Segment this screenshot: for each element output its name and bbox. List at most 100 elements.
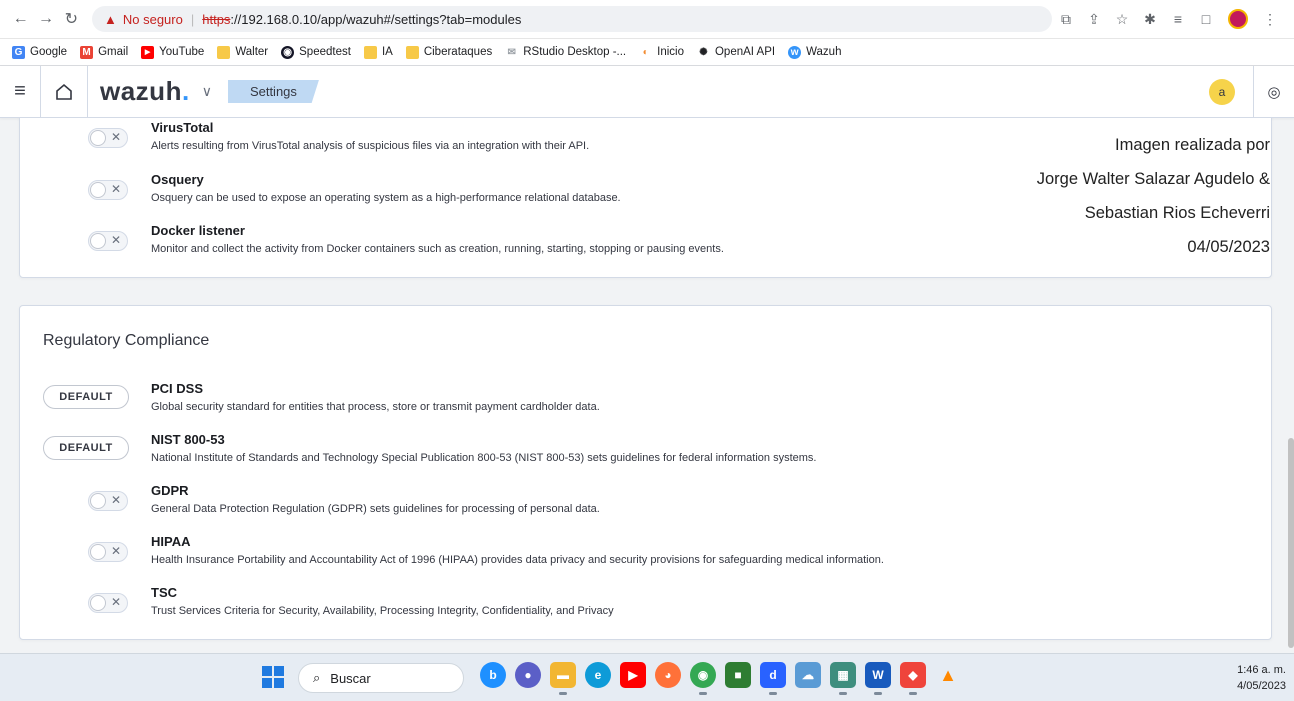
browser-toolbar: ← → ↻ ▲ No seguro | https ://192.168.0.1… — [0, 0, 1294, 39]
blue-app-icon[interactable]: d — [760, 662, 786, 695]
help-icon[interactable]: ◎ — [1254, 83, 1294, 101]
chevron-down-icon[interactable]: ∨ — [202, 83, 212, 100]
onedrive-icon[interactable]: ☁ — [795, 662, 821, 688]
close-icon: ✕ — [111, 544, 122, 558]
settings-content: ✕ VirusTotal Alerts resulting from Virus… — [0, 118, 1294, 653]
compliance-toggle[interactable]: ✕ — [88, 542, 128, 562]
address-bar[interactable]: ▲ No seguro | https ://192.168.0.10/app/… — [91, 6, 1052, 32]
folder-icon — [363, 45, 377, 59]
bookmark-label: Walter — [235, 46, 269, 58]
extensions-icon[interactable]: ✱ — [1136, 11, 1164, 28]
gmail-icon: M — [80, 45, 94, 59]
breadcrumb[interactable]: Settings — [227, 80, 319, 103]
compliance-description: Trust Services Criteria for Security, Av… — [151, 605, 614, 617]
vlc-icon[interactable]: ▲ — [935, 662, 961, 688]
watermark-line: Sebastian Rios Echeverri — [1084, 204, 1270, 222]
compliance-toggle[interactable]: ✕ — [88, 491, 128, 511]
toggle-knob — [90, 182, 106, 198]
firefox-icon[interactable]: ◕ — [655, 662, 681, 688]
bookmark-label: IA — [381, 46, 393, 58]
file-explorer-icon[interactable]: ▬ — [550, 662, 576, 695]
home-icon[interactable] — [41, 82, 87, 102]
bookmark-speedtest[interactable]: ◉ Speedtest — [281, 45, 351, 59]
share-icon[interactable]: ⇪ — [1080, 11, 1108, 28]
module-description: Monitor and collect the activity from Do… — [151, 243, 724, 255]
bookmark-gmail[interactable]: M Gmail — [80, 45, 129, 59]
close-icon: ✕ — [111, 493, 122, 507]
module-description: Osquery can be used to expose an operati… — [151, 192, 621, 204]
watermark-line: Imagen realizada por — [1114, 136, 1270, 154]
google-icon: G — [12, 45, 25, 59]
sticky-notes-icon[interactable]: ■ — [725, 662, 751, 688]
app-header: ≡ wazuh. ∨ Settings a ◎ — [0, 65, 1294, 118]
not-secure-label[interactable]: No seguro — [123, 12, 183, 27]
warning-icon[interactable]: ▲ — [104, 12, 117, 27]
translate-icon[interactable]: ⧉ — [1052, 11, 1080, 28]
youtube-icon: ▶ — [141, 45, 155, 59]
folder-icon — [405, 45, 419, 59]
bookmark-openai[interactable]: ✺ OpenAI API — [697, 46, 775, 59]
default-button[interactable]: DEFAULT — [43, 436, 129, 460]
speedtest-icon: ◉ — [281, 45, 295, 59]
bookmark-label: Gmail — [98, 46, 129, 58]
bookmark-google[interactable]: G Google — [12, 45, 67, 59]
mail-icon: ✉ — [507, 46, 516, 58]
youtube-icon[interactable]: ▶ — [620, 662, 646, 688]
logo-dot: . — [181, 76, 190, 106]
logo-text: wazuh — [100, 76, 182, 106]
star-icon[interactable]: ☆ — [1108, 11, 1136, 28]
edge-icon[interactable]: e — [585, 662, 611, 688]
menu-dots-icon[interactable]: ⋮ — [1256, 11, 1284, 28]
module-toggle[interactable]: ✕ — [88, 128, 128, 148]
bookmark-walter[interactable]: Walter — [217, 45, 269, 59]
forward-icon[interactable]: → — [35, 8, 56, 30]
page-scrollbar[interactable] — [1288, 438, 1294, 648]
module-description: Alerts resulting from VirusTotal analysi… — [151, 140, 590, 152]
compliance-description: General Data Protection Regulation (GDPR… — [151, 503, 600, 515]
bookmark-label: Speedtest — [299, 46, 351, 58]
url-path: ://192.168.0.10/app/wazuh#/settings?tab=… — [230, 11, 522, 27]
module-toggle[interactable]: ✕ — [88, 180, 128, 200]
compliance-title: TSC — [151, 585, 177, 600]
system-clock[interactable]: 1:46 a. m. 4/05/2023 — [1237, 662, 1286, 694]
browser-actions: ⧉ ⇪ ☆ ✱ ≡ □ ⋮ — [1052, 9, 1284, 29]
word-icon[interactable]: W — [865, 662, 891, 695]
header-right: a ◎ — [1209, 65, 1294, 118]
bookmark-rstudio[interactable]: ✉ RStudio Desktop -... — [505, 46, 627, 59]
photos-icon[interactable]: ▦ — [830, 662, 856, 695]
openai-icon: ✺ — [699, 46, 708, 58]
anydesk-icon[interactable]: ◆ — [900, 662, 926, 695]
bookmark-youtube[interactable]: ▶ YouTube — [141, 45, 204, 59]
profile-avatar[interactable] — [1228, 9, 1248, 29]
avatar[interactable]: a — [1209, 78, 1235, 105]
compliance-toggle[interactable]: ✕ — [88, 593, 128, 613]
taskbar-search[interactable]: ⌕ Buscar — [298, 663, 464, 693]
bookmark-inicio[interactable]: ◐ Inicio — [639, 46, 684, 59]
windows-start-icon[interactable] — [262, 666, 284, 688]
compliance-description: Health Insurance Portability and Account… — [151, 554, 884, 566]
reload-icon[interactable]: ↻ — [61, 8, 82, 30]
back-icon[interactable]: ← — [10, 8, 31, 30]
close-icon: ✕ — [111, 595, 122, 609]
module-title: Docker listener — [151, 223, 245, 238]
side-panel-icon[interactable]: □ — [1192, 11, 1220, 27]
default-button[interactable]: DEFAULT — [43, 385, 129, 409]
clock-date: 4/05/2023 — [1237, 680, 1286, 692]
compliance-title: PCI DSS — [151, 381, 204, 396]
teams-chat-icon[interactable]: ● — [515, 662, 541, 688]
wazuh-logo[interactable]: wazuh. — [100, 76, 190, 107]
bookmark-label: Inicio — [657, 46, 684, 58]
folder-icon — [217, 45, 231, 59]
toggle-knob — [90, 130, 106, 146]
module-toggle[interactable]: ✕ — [88, 231, 128, 251]
module-title: Osquery — [151, 172, 204, 187]
bookmark-ia[interactable]: IA — [363, 45, 393, 59]
chrome-icon[interactable]: ◉ — [690, 662, 716, 695]
bookmark-label: Ciberataques — [423, 46, 493, 58]
hamburger-menu-icon[interactable]: ≡ — [0, 80, 40, 103]
reading-list-icon[interactable]: ≡ — [1164, 11, 1192, 27]
bookmark-ciberataques[interactable]: Ciberataques — [405, 45, 493, 59]
bookmark-wazuh[interactable]: w Wazuh — [788, 45, 841, 59]
regulatory-compliance-panel: Regulatory Compliance DEFAULT PCI DSS Gl… — [19, 305, 1272, 640]
bing-icon[interactable]: b — [480, 662, 506, 688]
